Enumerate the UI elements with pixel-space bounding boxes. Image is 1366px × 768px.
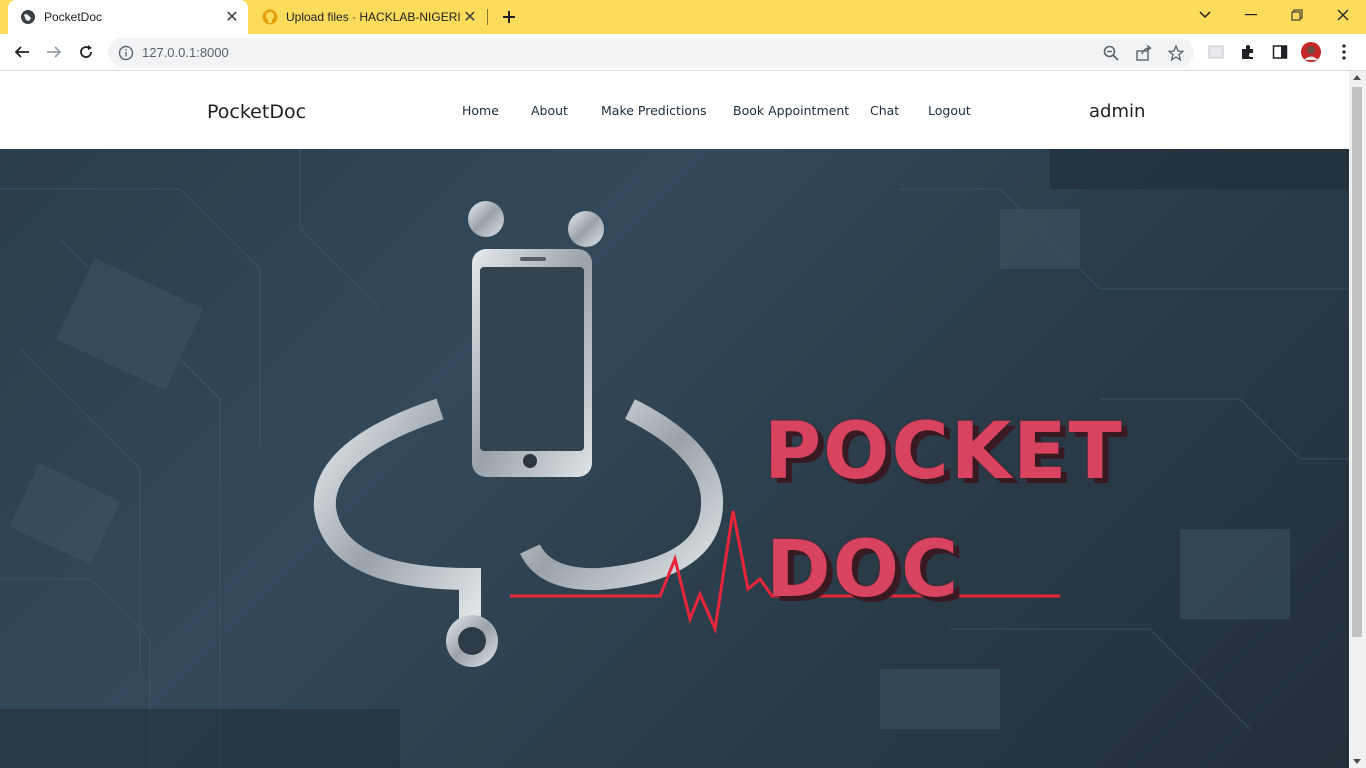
forward-icon[interactable] — [42, 40, 66, 64]
close-tab-icon[interactable]: ✕ — [222, 7, 242, 27]
minimize-icon[interactable] — [1238, 4, 1264, 26]
menu-kebab-icon[interactable] — [1332, 40, 1356, 64]
scroll-thumb[interactable] — [1352, 87, 1362, 637]
back-icon[interactable] — [10, 40, 34, 64]
site-info-icon[interactable] — [118, 45, 134, 61]
browser-toolbar: 127.0.0.1:8000 — [0, 34, 1366, 71]
address-bar[interactable]: 127.0.0.1:8000 — [108, 38, 1194, 67]
restore-icon[interactable] — [1284, 4, 1310, 26]
hero-banner: POCKET DOC — [0, 149, 1349, 768]
side-panel-icon[interactable] — [1268, 40, 1292, 64]
tab-search-icon[interactable] — [1192, 4, 1218, 26]
tab-title: PocketDoc — [44, 10, 103, 24]
share-icon[interactable] — [1135, 44, 1153, 62]
address-url: 127.0.0.1:8000 — [142, 45, 229, 60]
profile-avatar[interactable] — [1299, 40, 1323, 64]
tab-pocketdoc[interactable]: PocketDoc ✕ — [8, 0, 248, 34]
logo-text-doc: DOC — [766, 525, 961, 615]
globe-icon — [20, 9, 36, 25]
scroll-down-icon[interactable] — [1353, 759, 1361, 764]
puzzle-icon[interactable] — [1236, 40, 1260, 64]
extension-icon[interactable] — [1204, 40, 1228, 64]
close-window-icon[interactable] — [1330, 4, 1356, 26]
bookmark-star-icon[interactable] — [1167, 44, 1185, 62]
close-tab-icon[interactable]: ✕ — [460, 7, 480, 27]
nav-home[interactable]: Home — [462, 103, 499, 118]
reload-icon[interactable] — [74, 40, 98, 64]
new-tab-icon[interactable] — [498, 6, 520, 28]
site-navbar: PocketDoc Home About Make Predictions Bo… — [0, 71, 1349, 149]
zoom-icon[interactable] — [1102, 44, 1120, 62]
nav-make-predictions[interactable]: Make Predictions — [601, 103, 707, 118]
username: admin — [1089, 101, 1146, 122]
tab-separator — [487, 9, 488, 25]
nav-book-appointment[interactable]: Book Appointment — [733, 103, 849, 118]
scroll-up-icon[interactable] — [1353, 75, 1361, 80]
nav-chat[interactable]: Chat — [870, 103, 899, 118]
page-scrollbar[interactable] — [1349, 71, 1366, 768]
nav-about[interactable]: About — [531, 103, 568, 118]
page-viewport: PocketDoc Home About Make Predictions Bo… — [0, 71, 1349, 768]
nav-logout[interactable]: Logout — [928, 103, 971, 118]
logo-text-pocket: POCKET — [764, 407, 1124, 497]
tab-title: Upload files · HACKLAB-NIGERIA — [286, 10, 460, 24]
site-brand[interactable]: PocketDoc — [207, 101, 306, 123]
browser-tab-strip: PocketDoc ✕ Upload files · HACKLAB-NIGER… — [0, 0, 1366, 34]
tab-upload-files[interactable]: Upload files · HACKLAB-NIGERIA ✕ — [250, 0, 486, 34]
pocketdoc-logo — [313, 201, 1060, 667]
github-icon — [262, 9, 278, 25]
